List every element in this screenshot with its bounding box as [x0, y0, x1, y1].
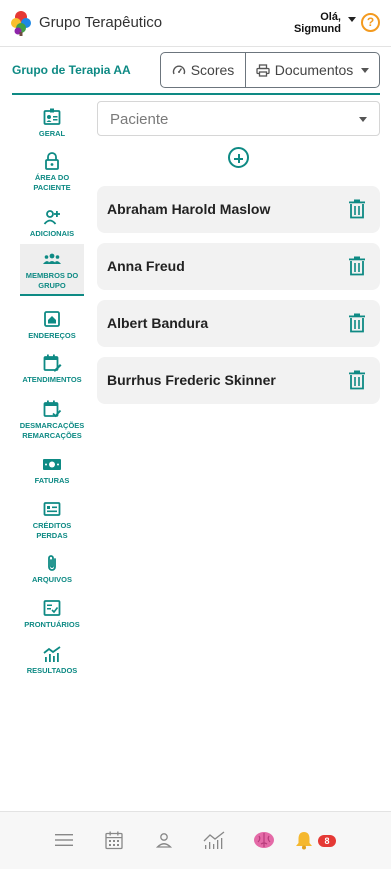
menu-icon: [55, 834, 73, 846]
sidebar-item-enderecos[interactable]: ENDEREÇOS: [20, 309, 84, 341]
scores-label: Scores: [190, 62, 235, 78]
sidebar-item-label: ÁREA DO PACIENTE: [33, 173, 71, 192]
patient-select-placeholder: Paciente: [110, 111, 169, 128]
sidebar-item-arquivos[interactable]: ARQUIVOS: [20, 553, 84, 585]
sidebar-item-label: PRONTUÁRIOS: [24, 620, 80, 629]
checklist-icon: [43, 600, 61, 616]
sidebar-item-label: FATURAS: [34, 476, 70, 485]
add-member-button[interactable]: [228, 147, 249, 168]
sidebar-item-membros-do-grupo[interactable]: MEMBROS DO GRUPO: [20, 244, 84, 296]
bottom-nav: 8: [0, 811, 391, 869]
printer-icon: [256, 63, 270, 77]
user-menu[interactable]: Olá, Sigmund: [294, 11, 341, 35]
top-app-bar: Grupo Terapêutico Olá, Sigmund ?: [0, 0, 391, 47]
member-card: Burrhus Frederic Skinner: [97, 357, 380, 404]
brain-icon: [254, 832, 274, 848]
notifications-button[interactable]: [292, 828, 316, 852]
member-name: Anna Freud: [107, 258, 185, 274]
notification-badge: 8: [318, 835, 336, 847]
bell-icon: [296, 832, 312, 850]
sidebar-item-atendimentos[interactable]: ATENDIMENTOS: [20, 353, 84, 385]
menu-button[interactable]: [52, 828, 76, 852]
member-card: Anna Freud: [97, 243, 380, 290]
user-greeting: Olá,: [320, 11, 341, 23]
trash-icon[interactable]: [348, 199, 366, 219]
patient-select[interactable]: Paciente: [97, 101, 380, 136]
brain-button[interactable]: [252, 828, 276, 852]
trash-icon[interactable]: [348, 313, 366, 333]
sidebar-item-label: ATENDIMENTOS: [22, 375, 82, 384]
group-title: Grupo de Terapia AA: [12, 63, 131, 77]
sidebar-item-desmarcacoes-remarcacoes[interactable]: DESMARCAÇÕES REMARCAÇÕES: [20, 399, 84, 441]
scores-button[interactable]: Scores: [161, 53, 246, 87]
sidebar-item-label: MEMBROS DO GRUPO: [25, 271, 79, 290]
header-divider: [12, 93, 380, 95]
person-add-icon: [43, 210, 60, 225]
sidebar-item-label: CRÉDITOS PERDAS: [32, 521, 72, 540]
id-card-icon: [43, 108, 61, 125]
sidebar-item-prontuarios[interactable]: PRONTUÁRIOS: [20, 598, 84, 630]
chevron-down-icon: [361, 67, 370, 73]
chevron-down-icon[interactable]: [348, 17, 356, 22]
sidebar-item-label: ENDEREÇOS: [28, 331, 76, 340]
sidebar-item-adicionais[interactable]: ADICIONAIS: [20, 207, 84, 239]
member-card: Albert Bandura: [97, 300, 380, 347]
money-icon: [43, 459, 61, 470]
chart-icon: [43, 646, 61, 662]
header-actions: Scores Documentos: [160, 52, 380, 88]
sidebar-item-resultados[interactable]: RESULTADOS: [20, 644, 84, 676]
sidebar-item-label: ARQUIVOS: [31, 575, 72, 584]
group-icon: [43, 253, 61, 264]
member-name: Burrhus Frederic Skinner: [107, 372, 276, 388]
calendar-edit-icon: [43, 354, 62, 372]
member-name: Albert Bandura: [107, 315, 209, 331]
sidebar-item-label: GERAL: [38, 129, 66, 138]
person-icon: [155, 833, 173, 848]
app-logo-icon: [11, 11, 31, 36]
gauge-icon: [172, 65, 185, 75]
credit-icon: [43, 502, 61, 516]
documents-dropdown[interactable]: Documentos: [246, 53, 379, 87]
sidebar-item-label: DESMARCAÇÕES REMARCAÇÕES: [19, 421, 85, 440]
sidebar-item-label: ADICIONAIS: [29, 229, 75, 238]
documents-label: Documentos: [274, 62, 354, 78]
sidebar-item-creditos-perdas[interactable]: CRÉDITOS PERDAS: [20, 499, 84, 541]
calendar-icon: [105, 831, 123, 850]
paperclip-icon: [48, 555, 56, 571]
lock-icon: [45, 152, 59, 170]
home-icon: [44, 311, 60, 327]
app-title: Grupo Terapêutico: [39, 14, 163, 31]
help-icon[interactable]: ?: [361, 13, 380, 32]
results-button[interactable]: [202, 828, 226, 852]
chart-icon: [203, 831, 225, 849]
trash-icon[interactable]: [348, 370, 366, 390]
member-card: Abraham Harold Maslow: [97, 186, 380, 233]
calendar-button[interactable]: [102, 828, 126, 852]
chevron-down-icon: [359, 117, 367, 122]
trash-icon[interactable]: [348, 256, 366, 276]
sidebar-item-faturas[interactable]: FATURAS: [20, 454, 84, 486]
calendar-check-icon: [43, 400, 62, 418]
profile-button[interactable]: [152, 828, 176, 852]
sidebar-item-label: RESULTADOS: [26, 666, 78, 675]
sidebar-item-geral[interactable]: GERAL: [20, 107, 84, 139]
member-name: Abraham Harold Maslow: [107, 201, 271, 217]
sidebar-item-area-do-paciente[interactable]: ÁREA DO PACIENTE: [20, 151, 84, 193]
user-name: Sigmund: [293, 23, 341, 35]
